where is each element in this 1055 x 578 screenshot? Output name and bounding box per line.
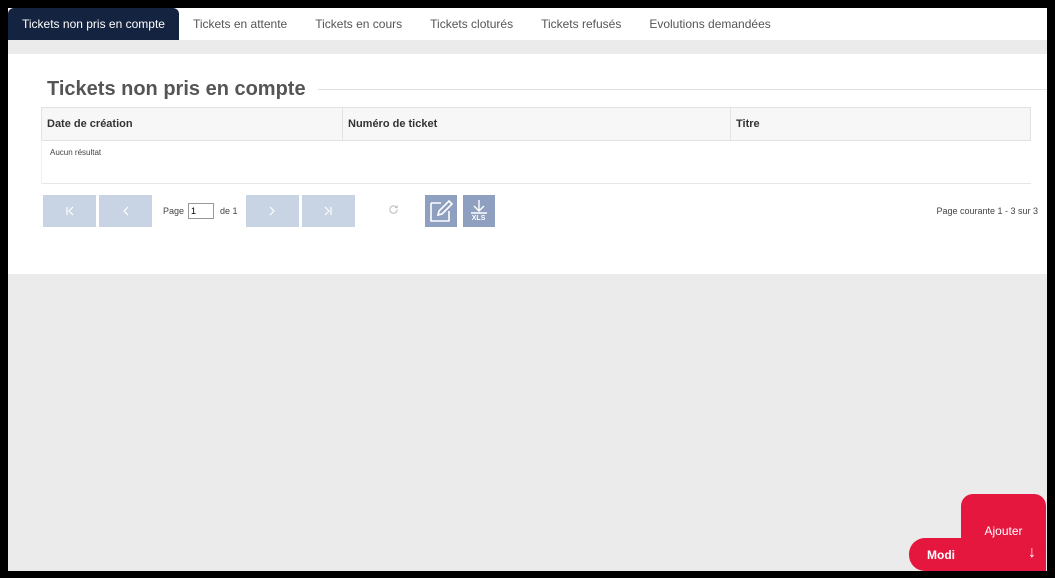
next-page-button[interactable] — [245, 195, 299, 227]
title-divider — [317, 88, 1047, 90]
column-numero-ticket[interactable]: Numéro de ticket — [343, 108, 731, 140]
tab-bar: Tickets non pris en compte Tickets en at… — [8, 8, 1047, 40]
empty-result-text: Aucun résultat — [41, 142, 1031, 184]
title-row: Tickets non pris en compte — [47, 76, 1047, 102]
edit-button[interactable] — [424, 195, 457, 227]
modify-button[interactable]: Modi ↓ — [909, 538, 1046, 571]
prev-page-icon — [122, 206, 128, 216]
xls-label: XLS — [471, 215, 486, 222]
refresh-button[interactable] — [388, 204, 399, 218]
page-title: Tickets non pris en compte — [47, 77, 306, 100]
edit-icon — [429, 199, 453, 222]
first-page-icon — [65, 206, 73, 216]
first-page-button[interactable] — [43, 195, 96, 227]
next-page-icon — [269, 206, 275, 216]
table-header: Date de création Numéro de ticket Titre — [41, 107, 1031, 141]
modify-button-label: Modi — [927, 547, 955, 562]
xls-download-button[interactable]: XLS — [462, 195, 495, 227]
last-page-icon — [324, 206, 332, 216]
tab-evolutions[interactable]: Evolutions demandées — [635, 8, 784, 40]
page-count-label: de 1 — [220, 206, 238, 216]
floating-actions: Ajouter Modi ↓ — [909, 494, 1046, 571]
add-button-label: Ajouter — [984, 524, 1023, 538]
pager: Page de 1 XLS — [43, 194, 1038, 228]
tab-non-pris-en-compte[interactable]: Tickets non pris en compte — [8, 8, 179, 40]
tab-refuses[interactable]: Tickets refusés — [527, 8, 635, 40]
xls-download-icon — [470, 200, 487, 214]
arrow-down-icon: ↓ — [1028, 544, 1036, 561]
prev-page-button[interactable] — [99, 195, 152, 227]
page-label: Page — [163, 206, 185, 216]
app-window: Tickets non pris en compte Tickets en at… — [8, 8, 1047, 571]
last-page-button[interactable] — [301, 195, 355, 227]
page-info-text: Page courante 1 - 3 sur 3 — [936, 206, 1038, 216]
tickets-panel: Tickets non pris en compte Date de créat… — [8, 54, 1047, 274]
refresh-icon — [388, 205, 398, 214]
column-titre[interactable]: Titre — [731, 108, 1030, 140]
tab-en-attente[interactable]: Tickets en attente — [179, 8, 301, 40]
tab-clotures[interactable]: Tickets cloturés — [416, 8, 527, 40]
tab-en-cours[interactable]: Tickets en cours — [301, 8, 416, 40]
page-number-input[interactable] — [188, 203, 215, 219]
column-date-creation[interactable]: Date de création — [42, 108, 343, 140]
